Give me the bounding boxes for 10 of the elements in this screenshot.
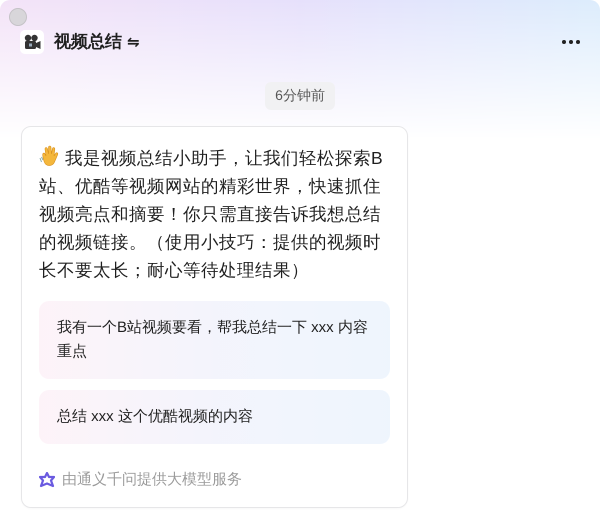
- movie-camera-icon: [23, 34, 41, 50]
- message-text: 我是视频总结小助手，让我们轻松探索B站、优酷等视频网站的精彩世界，快速抓住视频亮点和摘要！你只需直接告诉我想总结的视频链接。（使用小技巧：提供的视频时长不要太长；耐心等待处理结果）: [39, 144, 390, 284]
- suggestion-item[interactable]: 总结 xxx 这个优酷视频的内容: [39, 390, 390, 444]
- window-title: 视频总结: [54, 31, 122, 53]
- timestamp: 6分钟前: [265, 82, 335, 110]
- suggestion-item[interactable]: 我有一个B站视频要看，帮我总结一下 xxx 内容重点: [39, 301, 390, 379]
- footer-text: 由通义千问提供大模型服务: [62, 470, 242, 489]
- star-logo-icon: [39, 472, 55, 488]
- switch-symbol[interactable]: ⇋: [127, 32, 140, 50]
- waving-hand-icon: [39, 145, 59, 167]
